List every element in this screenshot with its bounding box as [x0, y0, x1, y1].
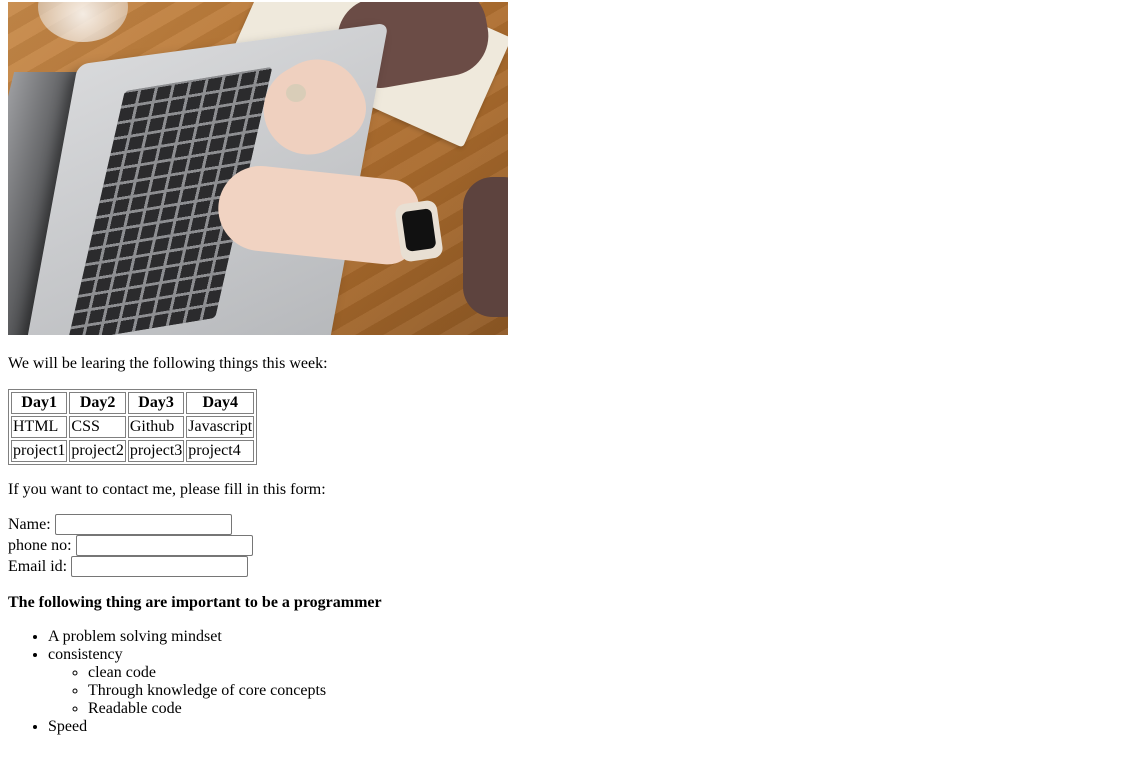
table-cell: Github [127, 416, 185, 438]
laptop-photo [8, 2, 508, 335]
table-cell: project2 [69, 440, 126, 462]
email-label: Email id: [8, 558, 68, 575]
intro-text: We will be learing the following things … [8, 355, 328, 372]
name-label: Name: [8, 516, 51, 533]
phone-row: phone no: [8, 535, 253, 556]
list-item-label: consistency [48, 646, 123, 663]
consistency-sublist: clean code Through knowledge of core con… [48, 664, 326, 718]
skills-list: A problem solving mindset consistency cl… [8, 628, 326, 736]
table-row: HTML CSS Github Javascript [11, 416, 255, 438]
list-item: A problem solving mindset [48, 628, 326, 646]
table-cell: Javascript [186, 416, 255, 438]
list-item: consistency clean code Through knowledge… [48, 646, 326, 718]
table-header-cell: Day2 [69, 392, 126, 414]
table-header-cell: Day4 [186, 392, 255, 414]
name-input[interactable] [54, 514, 232, 535]
ring [286, 84, 306, 102]
table-cell: project1 [11, 440, 68, 462]
table-header-cell: Day3 [127, 392, 185, 414]
table-header-cell: Day1 [11, 392, 68, 414]
sub-list-item: Readable code [88, 700, 326, 718]
schedule-table: Day1 Day2 Day3 Day4 HTML CSS Github Java… [8, 389, 258, 465]
table-row: project1 project2 project3 project4 [11, 440, 255, 462]
phone-label: phone no: [8, 537, 72, 554]
important-heading: The following thing are important to be … [8, 594, 382, 611]
list-item: Speed [48, 718, 326, 736]
contact-intro-text: If you want to contact me, please fill i… [8, 481, 326, 498]
table-cell: project4 [186, 440, 255, 462]
phone-input[interactable] [75, 535, 253, 556]
sub-list-item: Through knowledge of core concepts [88, 682, 326, 700]
table-cell: HTML [11, 416, 68, 438]
contact-form: Name: phone no: Email id: [8, 514, 253, 577]
sub-list-item: clean code [88, 664, 326, 682]
email-row: Email id: [8, 556, 253, 577]
name-row: Name: [8, 514, 253, 535]
table-cell: project3 [127, 440, 185, 462]
email-input[interactable] [71, 556, 249, 577]
table-header-row: Day1 Day2 Day3 Day4 [11, 392, 255, 414]
table-cell: CSS [69, 416, 126, 438]
smartwatch [394, 199, 444, 263]
sleeve [463, 177, 508, 317]
